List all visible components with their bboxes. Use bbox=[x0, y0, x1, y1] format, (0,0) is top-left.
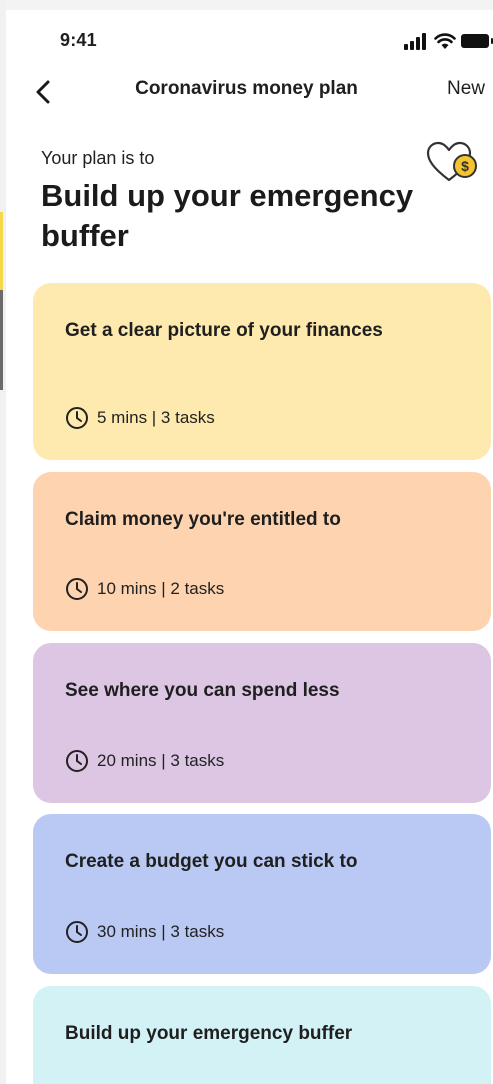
clock-icon bbox=[66, 578, 88, 600]
top-edge bbox=[0, 0, 493, 10]
card-title: Build up your emergency buffer bbox=[65, 1023, 353, 1044]
task-card[interactable]: Claim money you're entitled to 10 mins |… bbox=[33, 472, 491, 631]
svg-text:$: $ bbox=[461, 158, 469, 174]
card-duration: 10 mins | 2 tasks bbox=[97, 579, 225, 598]
task-card[interactable]: Get a clear picture of your finances 5 m… bbox=[33, 283, 491, 460]
plan-title: Build up your emergency buffer bbox=[41, 178, 414, 253]
battery-icon bbox=[461, 34, 493, 48]
new-button[interactable]: New bbox=[447, 78, 485, 100]
task-card[interactable]: Build up your emergency buffer bbox=[33, 986, 491, 1084]
signal-icon bbox=[404, 32, 430, 50]
background-edge bbox=[0, 0, 6, 1084]
clock-icon bbox=[66, 921, 88, 943]
card-title: Claim money you're entitled to bbox=[65, 509, 341, 530]
card-meta: 10 mins | 2 tasks bbox=[65, 577, 224, 601]
app-screen: 9:41 Coronavirus money plan New Your pla… bbox=[0, 0, 493, 1084]
card-title: Create a budget you can stick to bbox=[65, 851, 358, 872]
card-meta: 20 mins | 3 tasks bbox=[65, 749, 224, 773]
card-title: See where you can spend less bbox=[65, 680, 340, 701]
heart-coin-icon: $ bbox=[426, 141, 477, 182]
chevron-left-icon[interactable] bbox=[30, 76, 60, 108]
nav-bar: Coronavirus money plan New bbox=[0, 64, 493, 120]
card-duration: 20 mins | 3 tasks bbox=[97, 751, 225, 770]
status-time: 9:41 bbox=[60, 30, 97, 50]
nav-title: Coronavirus money plan bbox=[135, 78, 358, 99]
card-duration: 30 mins | 3 tasks bbox=[97, 922, 225, 941]
clock-icon bbox=[66, 750, 88, 772]
status-bar: 9:41 bbox=[0, 10, 493, 64]
card-meta: 5 mins | 3 tasks bbox=[65, 406, 215, 430]
task-card[interactable]: Create a budget you can stick to 30 mins… bbox=[33, 814, 491, 974]
task-card[interactable]: See where you can spend less 20 mins | 3… bbox=[33, 643, 491, 803]
plan-intro: Your plan is to bbox=[41, 148, 155, 168]
clock-icon bbox=[66, 407, 88, 429]
card-title: Get a clear picture of your finances bbox=[65, 320, 383, 341]
card-meta: 30 mins | 3 tasks bbox=[65, 920, 224, 944]
card-duration: 5 mins | 3 tasks bbox=[97, 408, 215, 427]
wifi-icon bbox=[434, 33, 456, 49]
